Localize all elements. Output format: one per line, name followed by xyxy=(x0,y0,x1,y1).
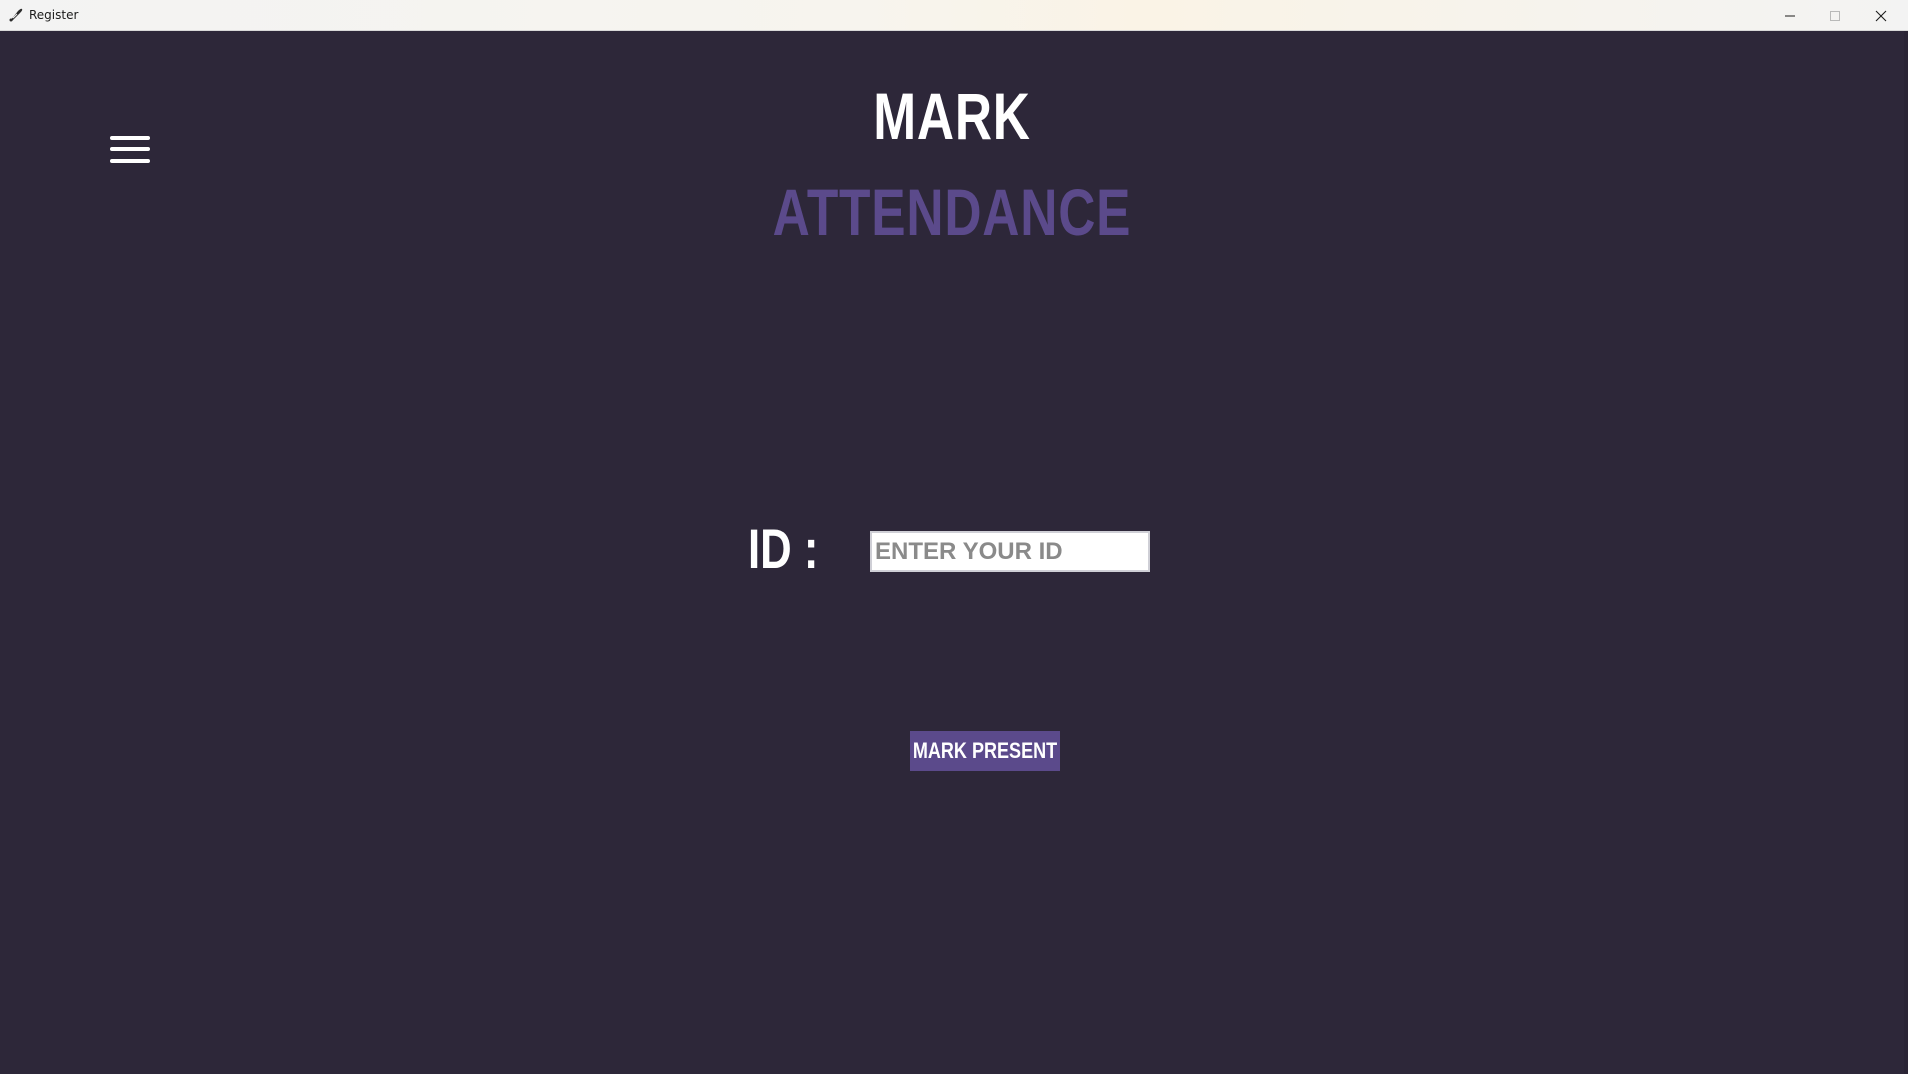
close-icon xyxy=(1875,10,1887,22)
menu-bar-line xyxy=(110,147,150,151)
close-button[interactable] xyxy=(1858,0,1904,31)
minimize-icon xyxy=(1784,10,1796,22)
mark-present-label: MARK PRESENT xyxy=(912,738,1058,763)
page-title-line-1: MARK xyxy=(873,79,1031,153)
window-title: Register xyxy=(29,8,79,22)
menu-bar-line xyxy=(110,159,150,163)
hamburger-menu-icon[interactable] xyxy=(108,134,152,166)
minimize-button[interactable] xyxy=(1767,0,1813,31)
mark-present-button[interactable]: MARK PRESENT xyxy=(910,731,1060,771)
app-window: Register MARK ATTENDANCE ID : ENTER YOUR… xyxy=(0,0,1908,1074)
feather-pen-icon xyxy=(8,7,24,23)
title-bar[interactable]: Register xyxy=(0,0,1908,31)
page-title-line-2: ATTENDANCE xyxy=(772,175,1132,249)
menu-bar-line xyxy=(110,136,150,140)
maximize-button[interactable] xyxy=(1812,0,1858,31)
maximize-icon xyxy=(1829,10,1841,22)
id-input[interactable] xyxy=(870,531,1150,572)
window-border xyxy=(1904,31,1908,1074)
id-label: ID : xyxy=(748,517,819,580)
